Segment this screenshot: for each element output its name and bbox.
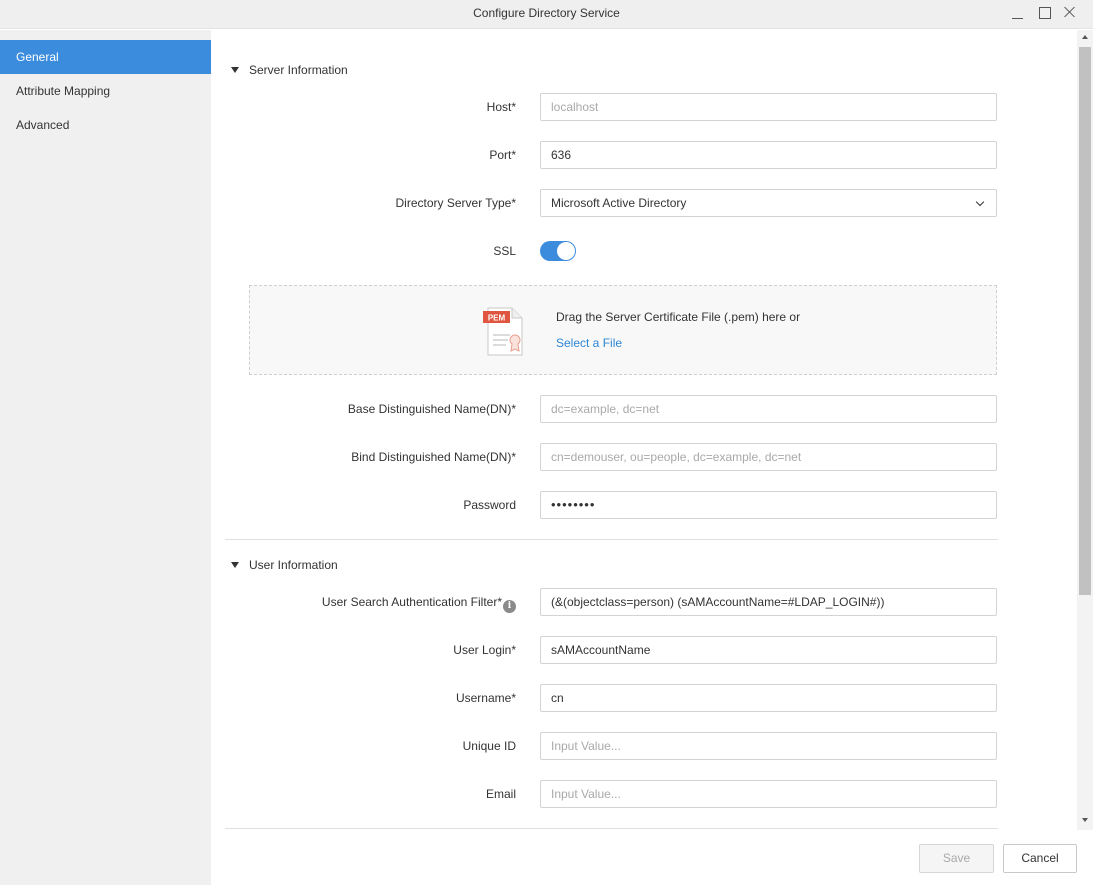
ssl-toggle[interactable] <box>540 241 576 261</box>
caret-down-icon <box>231 562 239 568</box>
server-information-heading: Server Information <box>249 63 348 77</box>
scroll-up-icon[interactable] <box>1082 35 1088 39</box>
vertical-scrollbar[interactable] <box>1077 30 1093 830</box>
host-label: Host* <box>486 100 516 114</box>
drag-instructions: Drag the Server Certificate File (.pem) … <box>556 310 801 324</box>
section-divider <box>225 828 998 829</box>
sidebar-item-advanced[interactable]: Advanced <box>0 108 211 142</box>
host-input[interactable]: localhost <box>540 93 997 121</box>
ssl-label: SSL <box>493 244 516 258</box>
sidebar-item-attribute-mapping[interactable]: Attribute Mapping <box>0 74 211 108</box>
base-dn-input[interactable]: dc=example, dc=net <box>540 395 997 423</box>
email-input[interactable]: Input Value... <box>540 780 997 808</box>
user-login-input[interactable]: sAMAccountName <box>540 636 997 664</box>
window-title: Configure Directory Service <box>473 6 620 20</box>
username-label: Username* <box>455 691 516 705</box>
sidebar-item-general[interactable]: General <box>0 40 211 74</box>
server-information-section-toggle[interactable]: Server Information <box>231 60 348 80</box>
cancel-button[interactable]: Cancel <box>1003 844 1077 873</box>
minimize-icon[interactable] <box>1008 4 1028 24</box>
maximize-icon[interactable] <box>1035 4 1055 24</box>
port-input[interactable]: 636 <box>540 141 997 169</box>
dialog-footer: Save Cancel <box>211 830 1093 885</box>
user-login-label: User Login* <box>453 643 516 657</box>
certificate-dropzone[interactable]: PEM Drag the Server Certificate File (.p… <box>249 285 997 375</box>
pem-file-icon: PEM <box>483 307 523 356</box>
save-button[interactable]: Save <box>919 844 994 873</box>
user-information-heading: User Information <box>249 558 338 572</box>
bind-dn-input[interactable]: cn=demouser, ou=people, dc=example, dc=n… <box>540 443 997 471</box>
close-icon[interactable] <box>1060 4 1080 24</box>
pem-badge: PEM <box>488 314 506 323</box>
info-icon[interactable]: i <box>503 600 516 613</box>
unique-id-label: Unique ID <box>462 739 516 753</box>
password-label: Password <box>463 498 516 512</box>
select-file-link[interactable]: Select a File <box>556 336 622 350</box>
section-divider <box>225 539 998 540</box>
caret-down-icon <box>231 67 239 73</box>
server-type-label: Directory Server Type* <box>395 196 517 210</box>
scroll-down-icon[interactable] <box>1082 818 1088 822</box>
scrollbar-thumb[interactable] <box>1079 47 1091 595</box>
base-dn-label: Base Distinguished Name(DN)* <box>347 402 516 416</box>
password-input[interactable]: •••••••• <box>540 491 997 519</box>
title-bar: Configure Directory Service <box>0 0 1093 29</box>
port-label: Port* <box>489 148 516 162</box>
dialog-window: Configure Directory Service General Attr… <box>0 0 1093 885</box>
server-type-value: Microsoft Active Directory <box>551 196 687 210</box>
toggle-knob <box>557 242 575 260</box>
chevron-down-icon <box>975 197 985 207</box>
search-filter-input[interactable]: (&(objectclass=person) (sAMAccountName=#… <box>540 588 997 616</box>
sidebar: General Attribute Mapping Advanced <box>0 30 211 885</box>
email-label: Email <box>485 787 516 801</box>
search-filter-label-row: User Search Authentication Filter* i <box>211 588 516 616</box>
user-information-section-toggle[interactable]: User Information <box>231 555 338 575</box>
bind-dn-label: Bind Distinguished Name(DN)* <box>351 450 516 464</box>
username-input[interactable]: cn <box>540 684 997 712</box>
form-content: Server Information Host* localhost Port*… <box>211 30 1077 830</box>
search-filter-label: User Search Authentication Filter* <box>321 595 502 609</box>
unique-id-input[interactable]: Input Value... <box>540 732 997 760</box>
server-type-select[interactable]: Microsoft Active Directory <box>540 189 997 217</box>
